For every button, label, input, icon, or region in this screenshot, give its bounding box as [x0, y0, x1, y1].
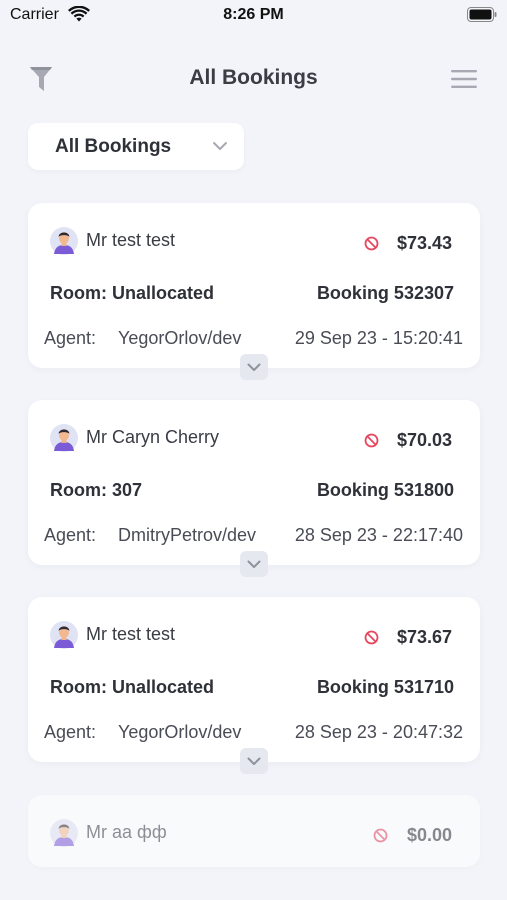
booking-card[interactable]: Mr test test $73.67 Room: Unallocated Bo…	[28, 597, 480, 762]
chevron-down-icon	[213, 142, 227, 150]
chevron-down-icon	[247, 560, 261, 568]
app-header: All Bookings	[0, 56, 507, 102]
booking-datetime: 29 Sep 23 - 15:20:41	[294, 328, 463, 348]
avatar	[50, 424, 78, 452]
room-label: Room: Unallocated	[50, 677, 215, 697]
expand-booking-button[interactable]	[240, 748, 268, 774]
chevron-down-icon	[247, 363, 261, 371]
avatar	[50, 227, 78, 255]
booking-datetime: 28 Sep 23 - 22:17:40	[294, 525, 463, 545]
room-label: Room: Unallocated	[50, 283, 215, 303]
guest-name: Mr test test	[86, 230, 176, 250]
booking-card[interactable]: Mr Caryn Cherry $70.03 Room: 307 Booking…	[28, 400, 480, 565]
room-label: Room: 307	[50, 480, 143, 500]
menu-icon[interactable]	[451, 69, 477, 89]
avatar	[50, 819, 78, 847]
dropdown-selected-value: All Bookings	[55, 136, 172, 157]
agent-label: Agent:	[44, 328, 97, 348]
booking-card[interactable]: Mr aa фф $0.00	[28, 795, 480, 867]
chevron-down-icon	[247, 757, 261, 765]
battery-icon	[467, 7, 497, 22]
agent-name: YegorOrlov/dev	[118, 722, 242, 742]
expand-booking-button[interactable]	[240, 354, 268, 380]
page-title: All Bookings	[189, 66, 318, 89]
status-time: 8:26 PM	[223, 6, 284, 23]
agent-label: Agent:	[44, 722, 97, 742]
cancel-icon	[364, 236, 379, 251]
booking-datetime: 28 Sep 23 - 20:47:32	[294, 722, 463, 742]
booking-amount: $70.03	[396, 430, 452, 450]
booking-number: Booking 531800	[316, 480, 454, 500]
bookings-filter-dropdown[interactable]: All Bookings	[28, 123, 244, 170]
guest-name: Mr aa фф	[86, 822, 167, 842]
avatar	[50, 621, 78, 649]
guest-name: Mr test test	[86, 624, 176, 644]
agent-name: DmitryPetrov/dev	[118, 525, 257, 545]
status-bar: Carrier 8:26 PM	[0, 0, 507, 32]
booking-amount: $73.43	[396, 233, 452, 253]
booking-amount: $73.67	[396, 627, 452, 647]
agent-name: YegorOrlov/dev	[118, 328, 242, 348]
agent-label: Agent:	[44, 525, 97, 545]
booking-amount: $0.00	[406, 825, 452, 845]
expand-booking-button[interactable]	[240, 551, 268, 577]
booking-number: Booking 531710	[316, 677, 454, 697]
cancel-icon	[373, 828, 388, 843]
booking-number: Booking 532307	[316, 283, 454, 303]
cancel-icon	[364, 630, 379, 645]
cancel-icon	[364, 433, 379, 448]
guest-name: Mr Caryn Cherry	[86, 427, 220, 447]
booking-card[interactable]: Mr test test $73.43 Room: Unallocated Bo…	[28, 203, 480, 368]
